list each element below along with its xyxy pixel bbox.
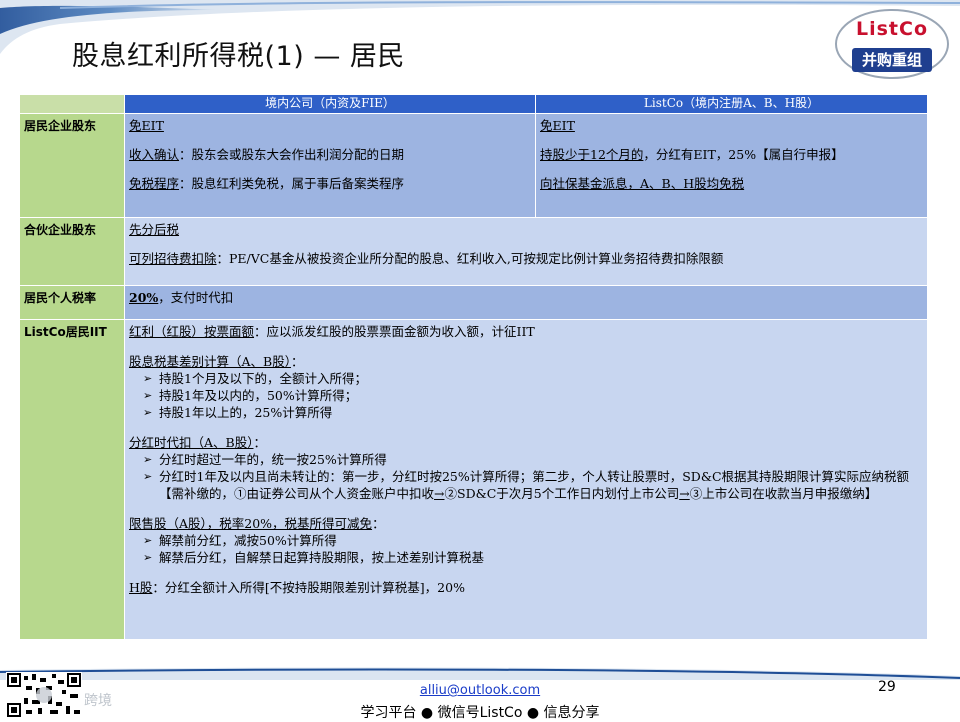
text-line: 收入确认：股东会或股东大会作出利润分配的日期 [129,147,405,162]
cell-listco-iit: 红利（红股）按票面额：应以派发红股的股票票面金额为收入额，计征IIT 股息税基差… [124,319,928,640]
table-header-row: 境内公司（内资及FIE） ListCo（境内注册A、B、H股） [19,94,928,114]
cell-individual-rate: 20%，支付时代扣 [124,285,928,320]
bullet-item: 分红时1年及以内且尚未转让的：第一步，分红时按25%计算所得；第二步，个人转让股… [129,468,923,502]
text-line: 免EIT [129,118,164,133]
header-domestic: 境内公司（内资及FIE） [124,94,536,114]
cell-resident-enterprise-domestic: 免EIT 收入确认：股东会或股东大会作出利润分配的日期 免税程序：股息红利类免税… [124,113,536,218]
page-number: 29 [878,679,896,695]
text-line: 持股少于12个月的，分红有EIT，25%【属自行申报】 [540,147,844,162]
cell-partnership: 先分后税 可列招待费扣除：PE/VC基金从被投资企业所分配的股息、红利收入,可按… [124,217,928,286]
logo-text-mna: 并购重组 [852,48,932,72]
header-corner [19,94,125,114]
listco-logo: ListCo 并购重组 [834,8,950,80]
row-label-partnership: 合伙企业股东 [19,217,125,286]
row-label-resident-enterprise: 居民企业股东 [19,113,125,218]
email-link[interactable]: alliu@outlook.com [380,683,580,698]
text-line: 免EIT [540,118,575,133]
bullet-item: 持股1年以上的，25%计算所得 [129,404,923,421]
text-line: 20%，支付时代扣 [129,290,234,305]
section-title: 分红时代扣（A、B股）： [129,435,266,450]
qr-code-icon [6,672,82,718]
text-line: H股：分红全额计入所得[不按持股期限差别计算税基]，20% [129,580,465,595]
cell-resident-enterprise-listco: 免EIT 持股少于12个月的，分红有EIT，25%【属自行申报】 向社保基金派息… [535,113,928,218]
row-label-listco-iit: ListCo居民IIT [19,319,125,640]
page-title: 股息红利所得税(1) — 居民 [72,41,405,72]
table-row: 合伙企业股东 先分后税 可列招待费扣除：PE/VC基金从被投资企业所分配的股息、… [19,217,928,286]
header-listco: ListCo（境内注册A、B、H股） [535,94,928,114]
watermark-text: 跨境 [84,693,112,709]
slide: 股息红利所得税(1) — 居民 ListCo 并购重组 境内公司（内资及FIE）… [0,0,960,721]
text-line: 先分后税 [129,222,180,237]
share-text: 学习平台 ● 微信号ListCo ● 信息分享 [360,705,600,721]
rate-value: 20% [129,290,159,305]
table-row: 居民个人税率 20%，支付时代扣 [19,285,928,320]
text-line: 向社保基金派息，A、B、H股均免税 [540,176,745,191]
section-title: 股息税基差别计算（A、B股）： [129,354,304,369]
text-line: 红利（红股）按票面额：应以派发红股的股票票面金额为收入额，计征IIT [129,324,535,339]
bullet-item: 分红时超过一年的，统一按25%计算所得 [129,451,923,468]
table-row: ListCo居民IIT 红利（红股）按票面额：应以派发红股的股票票面金额为收入额… [19,319,928,640]
bullet-item: 解禁后分红，自解禁日起算持股期限，按上述差别计算税基 [129,549,923,566]
text-line: 免税程序：股息红利类免税，属于事后备案类程序 [129,176,405,191]
logo-text-listco: ListCo [855,18,928,40]
bullet-item: 持股1年及以内的，50%计算所得； [129,387,923,404]
section-title: 限售股（A股），税率20%，税基所得可减免： [129,516,385,531]
footer-band [0,667,960,680]
text-line: 可列招待费扣除：PE/VC基金从被投资企业所分配的股息、红利收入,可按规定比例计… [129,251,724,266]
bullet-item: 解禁前分红，减按50%计算所得 [129,532,923,549]
row-label-individual-rate: 居民个人税率 [19,285,125,320]
table-row: 居民企业股东 免EIT 收入确认：股东会或股东大会作出利润分配的日期 免税程序：… [19,113,928,218]
tax-table: 境内公司（内资及FIE） ListCo（境内注册A、B、H股） 居民企业股东 免… [19,94,928,640]
bullet-item: 持股1个月及以下的，全额计入所得； [129,370,923,387]
